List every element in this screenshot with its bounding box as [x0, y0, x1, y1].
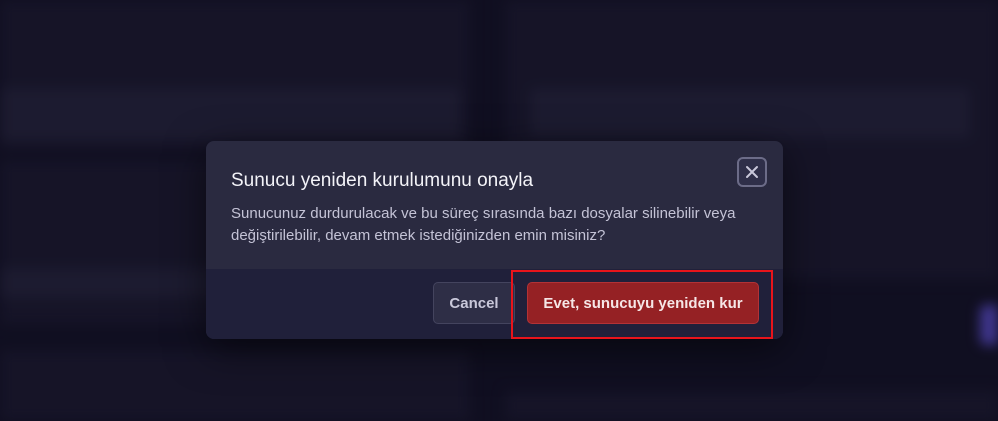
dialog-message: Sunucunuz durdurulacak ve bu süreç sıras… [231, 205, 736, 244]
close-button[interactable] [737, 157, 767, 187]
cancel-button[interactable]: Cancel [433, 282, 515, 324]
dialog-body: Sunucu yeniden kurulumunu onayla Sunucun… [206, 141, 783, 269]
confirm-reinstall-dialog: Sunucu yeniden kurulumunu onayla Sunucun… [206, 141, 783, 339]
close-icon [746, 166, 758, 178]
dialog-title: Sunucu yeniden kurulumunu onayla [231, 170, 534, 191]
dialog-footer: Cancel Evet, sunucuyu yeniden kur [206, 269, 783, 339]
confirm-reinstall-button[interactable]: Evet, sunucuyu yeniden kur [527, 282, 759, 324]
